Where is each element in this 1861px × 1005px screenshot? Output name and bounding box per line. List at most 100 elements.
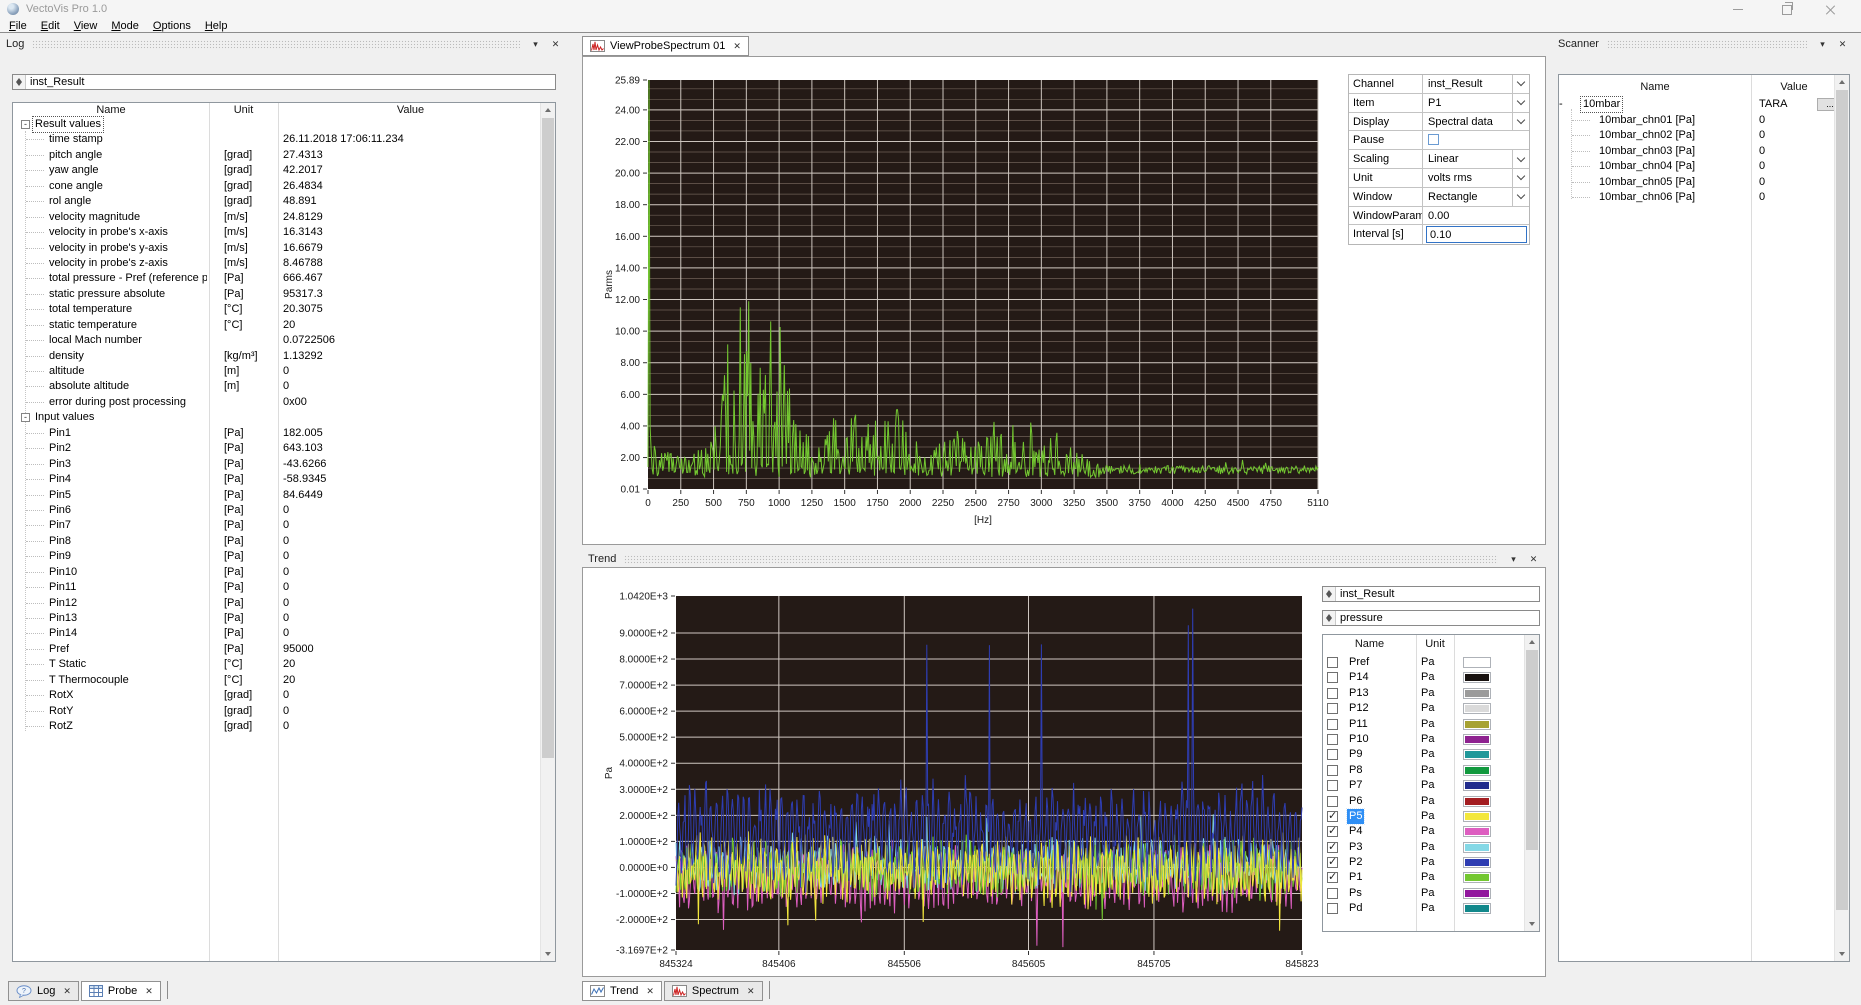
trend-tab-trend[interactable]: Trend✕: [582, 981, 662, 1001]
tree-leaf-row[interactable]: T Static[°C]20: [13, 657, 541, 672]
series-color-swatch[interactable]: [1463, 826, 1491, 837]
series-checkbox[interactable]: [1327, 796, 1338, 807]
dropdown-button[interactable]: [1512, 150, 1529, 168]
legend-row-ps[interactable]: PsPa: [1323, 886, 1525, 901]
series-color-swatch[interactable]: [1463, 872, 1491, 883]
tree-leaf-row[interactable]: static pressure absolute[Pa]95317.3: [13, 287, 541, 302]
series-checkbox[interactable]: [1327, 826, 1338, 837]
tree-group-row[interactable]: -Input values: [13, 410, 541, 425]
tree-leaf-row[interactable]: Pin14[Pa]0: [13, 626, 541, 641]
legend-row-p7[interactable]: P7Pa: [1323, 778, 1525, 793]
series-color-swatch[interactable]: [1463, 719, 1491, 730]
tree-group-row[interactable]: -Result values: [13, 117, 541, 132]
tree-leaf-row[interactable]: 10mbar_chn05 [Pa]0: [1559, 175, 1835, 191]
tree-leaf-row[interactable]: Pin1[Pa]182.005: [13, 426, 541, 441]
tree-leaf-row[interactable]: Pin13[Pa]0: [13, 611, 541, 626]
column-header-name[interactable]: Name: [13, 104, 209, 116]
series-color-swatch[interactable]: [1463, 688, 1491, 699]
tree-group-row[interactable]: -10mbarTARA...: [1559, 97, 1835, 113]
panel-drag-area[interactable]: [624, 555, 1498, 564]
series-color-swatch[interactable]: [1463, 780, 1491, 791]
tab-close-icon[interactable]: ✕: [733, 41, 741, 52]
series-checkbox[interactable]: [1327, 811, 1338, 822]
tree-leaf-row[interactable]: total temperature[°C]20.3075: [13, 302, 541, 317]
panel-close-button[interactable]: ✕: [548, 38, 563, 51]
legend-row-p14[interactable]: P14Pa: [1323, 670, 1525, 685]
legend-row-p9[interactable]: P9Pa: [1323, 747, 1525, 762]
tree-leaf-row[interactable]: 10mbar_chn01 [Pa]0: [1559, 113, 1835, 129]
tab-close-icon[interactable]: ✕: [747, 986, 755, 997]
tree-leaf-row[interactable]: 10mbar_chn06 [Pa]0: [1559, 190, 1835, 206]
tree-leaf-row[interactable]: T Thermocouple[°C]20: [13, 673, 541, 688]
panel-drag-area[interactable]: [1607, 40, 1807, 49]
legend-row-p5[interactable]: P5Pa: [1323, 809, 1525, 824]
column-header-unit[interactable]: Unit: [1416, 638, 1454, 650]
series-checkbox[interactable]: [1327, 903, 1338, 914]
tab-close-icon[interactable]: ✕: [646, 986, 654, 997]
series-checkbox[interactable]: [1327, 657, 1338, 668]
series-checkbox[interactable]: [1327, 888, 1338, 899]
tree-leaf-row[interactable]: Pin8[Pa]0: [13, 534, 541, 549]
panel-close-button[interactable]: ✕: [1835, 38, 1850, 51]
legend-row-p13[interactable]: P13Pa: [1323, 686, 1525, 701]
legend-scrollbar[interactable]: [1524, 635, 1539, 931]
tree-leaf-row[interactable]: 10mbar_chn04 [Pa]0: [1559, 159, 1835, 175]
tree-leaf-row[interactable]: 10mbar_chn03 [Pa]0: [1559, 144, 1835, 160]
collapse-box[interactable]: -: [1559, 98, 1563, 110]
column-header-value[interactable]: Value: [1751, 81, 1837, 93]
menu-item-file[interactable]: File: [2, 20, 34, 32]
tree-leaf-row[interactable]: Pin3[Pa]-43.6266: [13, 457, 541, 472]
close-button[interactable]: [1812, 0, 1848, 19]
tree-leaf-row[interactable]: Pin2[Pa]643.103: [13, 441, 541, 456]
legend-row-p11[interactable]: P11Pa: [1323, 717, 1525, 732]
series-color-swatch[interactable]: [1463, 842, 1491, 853]
tree-leaf-row[interactable]: rol angle[grad]48.891: [13, 194, 541, 209]
series-checkbox[interactable]: [1327, 765, 1338, 776]
series-checkbox[interactable]: [1327, 780, 1338, 791]
legend-row-pd[interactable]: PdPa: [1323, 901, 1525, 916]
log-tab-probe[interactable]: Probe✕: [81, 981, 161, 1001]
log-tab-log[interactable]: ?Log✕: [8, 981, 79, 1001]
legend-row-p6[interactable]: P6Pa: [1323, 794, 1525, 809]
dropdown-button[interactable]: [1512, 94, 1529, 112]
scanner-scrollbar[interactable]: [1834, 75, 1849, 961]
legend-row-p2[interactable]: P2Pa: [1323, 855, 1525, 870]
minimize-button[interactable]: [1720, 0, 1756, 19]
series-checkbox[interactable]: [1327, 719, 1338, 730]
trend-group-selector[interactable]: pressure: [1322, 610, 1540, 626]
series-checkbox[interactable]: [1327, 872, 1338, 883]
tree-leaf-row[interactable]: Pref[Pa]95000: [13, 642, 541, 657]
tree-leaf-row[interactable]: time stamp26.11.2018 17:06:11.234: [13, 132, 541, 147]
tree-leaf-row[interactable]: velocity in probe's x-axis[m/s]16.3143: [13, 225, 541, 240]
menu-item-mode[interactable]: Mode: [104, 20, 146, 32]
series-color-swatch[interactable]: [1463, 749, 1491, 760]
maximize-button[interactable]: [1769, 0, 1805, 19]
scroll-down-button[interactable]: [1835, 947, 1849, 961]
tree-leaf-row[interactable]: total pressure - Pref (reference pres[Pa…: [13, 271, 541, 286]
series-checkbox[interactable]: [1327, 749, 1338, 760]
series-checkbox[interactable]: [1327, 857, 1338, 868]
legend-row-p12[interactable]: P12Pa: [1323, 701, 1525, 716]
tab-close-icon[interactable]: ✕: [145, 986, 153, 997]
spinner-arrows[interactable]: [13, 75, 26, 89]
panel-menu-button[interactable]: ▾: [1506, 553, 1521, 566]
trend-tab-spectrum[interactable]: Spectrum✕: [664, 981, 763, 1001]
menu-item-options[interactable]: Options: [146, 20, 198, 32]
log-table-scrollbar[interactable]: [540, 103, 555, 961]
series-checkbox[interactable]: [1327, 842, 1338, 853]
tab-close-icon[interactable]: ✕: [63, 986, 71, 997]
column-header-value[interactable]: Value: [278, 104, 543, 116]
menu-item-help[interactable]: Help: [198, 20, 235, 32]
tree-leaf-row[interactable]: Pin4[Pa]-58.9345: [13, 472, 541, 487]
panel-drag-area[interactable]: [32, 40, 520, 49]
pause-checkbox[interactable]: [1428, 134, 1439, 145]
tree-leaf-row[interactable]: yaw angle[grad]42.2017: [13, 163, 541, 178]
series-checkbox[interactable]: [1327, 734, 1338, 745]
scroll-up-button[interactable]: [1525, 635, 1539, 649]
tree-leaf-row[interactable]: RotY[grad]0: [13, 704, 541, 719]
scroll-up-button[interactable]: [541, 103, 555, 117]
tree-leaf-row[interactable]: static temperature[°C]20: [13, 318, 541, 333]
log-dataset-selector[interactable]: inst_Result: [12, 74, 556, 90]
series-color-swatch[interactable]: [1463, 796, 1491, 807]
series-color-swatch[interactable]: [1463, 734, 1491, 745]
